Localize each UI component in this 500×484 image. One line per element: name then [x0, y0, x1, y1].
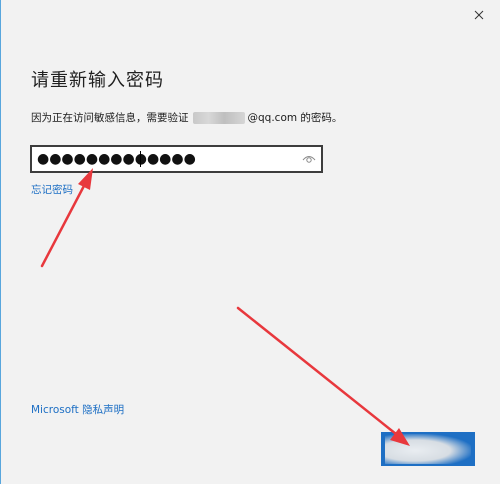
forgot-password-link[interactable]: 忘记密码: [31, 182, 73, 197]
password-dialog: 请重新输入密码 因为正在访问敏感信息，需要验证 @qq.com 的密码。 ●●●…: [0, 0, 500, 484]
title-bar: [1, 0, 500, 30]
password-input[interactable]: ●●●●●●●●●●●●●: [30, 145, 323, 173]
redacted-button-label: [385, 434, 471, 464]
privacy-statement-link[interactable]: Microsoft 隐私声明: [31, 402, 124, 417]
description-suffix: @qq.com 的密码。: [247, 112, 343, 124]
verification-description: 因为正在访问敏感信息，需要验证 @qq.com 的密码。: [31, 110, 342, 125]
description-prefix: 因为正在访问敏感信息，需要验证: [31, 112, 189, 124]
text-caret: [140, 151, 141, 167]
dialog-title: 请重新输入密码: [31, 70, 164, 91]
eye-icon[interactable]: [302, 153, 316, 165]
close-button[interactable]: [468, 4, 490, 26]
confirm-button[interactable]: [381, 432, 475, 466]
redacted-email: [192, 111, 245, 124]
close-icon: [474, 10, 484, 20]
password-value: ●●●●●●●●●●●●●: [37, 151, 196, 167]
